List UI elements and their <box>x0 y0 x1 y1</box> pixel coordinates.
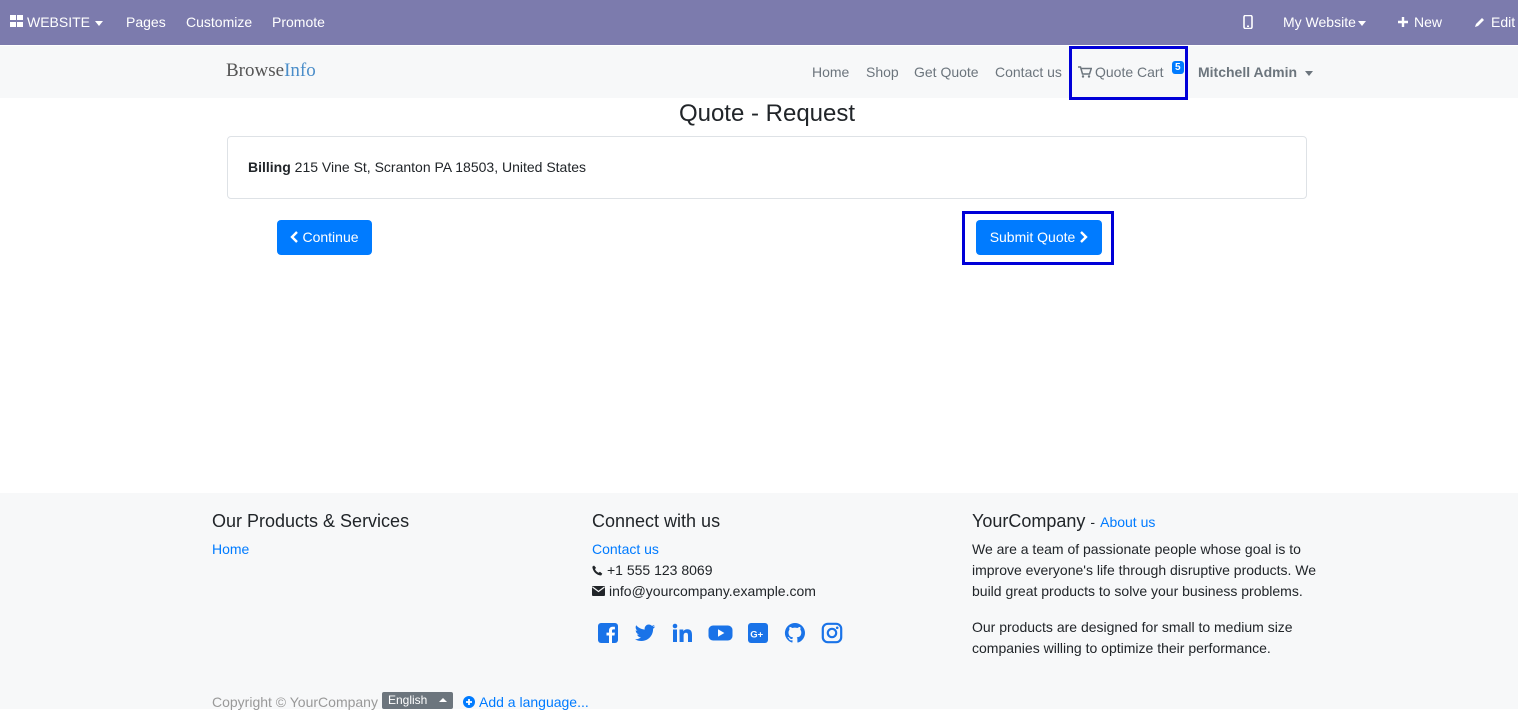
billing-card: Billing 215 Vine St, Scranton PA 18503, … <box>227 136 1307 199</box>
language-selector[interactable]: English <box>382 692 453 709</box>
caret-up-icon <box>438 697 447 702</box>
footer-home-link[interactable]: Home <box>212 541 249 557</box>
mobile-preview-button[interactable] <box>1243 0 1253 45</box>
language-label: English <box>388 693 428 707</box>
user-menu[interactable]: Mitchell Admin <box>1198 46 1314 98</box>
products-heading: Our Products & Services <box>212 511 410 531</box>
linkedin-icon[interactable] <box>671 622 693 644</box>
facebook-icon[interactable] <box>597 622 619 644</box>
about-us-link[interactable]: About us <box>1100 514 1155 530</box>
plus-icon <box>1398 17 1408 28</box>
company-heading: YourCompany - About us <box>972 511 1155 532</box>
customize-menu[interactable]: Customize <box>186 0 252 45</box>
twitter-icon[interactable] <box>634 622 656 644</box>
chevron-left-icon <box>290 231 299 244</box>
site-header: BrowseInfo Home Shop Get Quote Contact u… <box>0 46 1518 98</box>
promote-menu[interactable]: Promote <box>272 0 325 45</box>
billing-label: Billing <box>248 159 291 175</box>
page-title: Quote - Request <box>678 100 856 127</box>
google-plus-icon[interactable]: G+ <box>747 622 769 644</box>
edit-button[interactable]: Edit <box>1474 0 1515 45</box>
my-website-menu[interactable]: My Website <box>1283 0 1366 45</box>
mobile-icon <box>1243 14 1253 30</box>
website-menu-label: WEBSITE <box>27 14 91 30</box>
company-name: YourCompany <box>972 511 1086 531</box>
phone-number: +1 555 123 8069 <box>607 562 713 578</box>
about-paragraph-1: We are a team of passionate people whose… <box>972 541 1317 599</box>
continue-button[interactable]: Continue <box>277 220 372 255</box>
nav-contact-us[interactable]: Contact us <box>995 46 1062 98</box>
new-label: New <box>1414 14 1443 30</box>
chevron-right-icon <box>1080 231 1088 244</box>
logo[interactable]: BrowseInfo <box>226 60 316 82</box>
my-website-label: My Website <box>1283 14 1356 30</box>
billing-address: 215 Vine St, Scranton PA 18503, United S… <box>294 159 587 175</box>
pages-menu[interactable]: Pages <box>126 0 166 45</box>
billing-info: Billing 215 Vine St, Scranton PA 18503, … <box>248 159 586 175</box>
nav-shop[interactable]: Shop <box>866 46 899 98</box>
phone-row: +1 555 123 8069 <box>592 562 713 578</box>
phone-icon <box>592 565 603 576</box>
apps-grid-icon <box>10 15 23 28</box>
chevron-down-icon <box>1357 20 1366 26</box>
chevron-down-icon <box>1305 70 1314 76</box>
quote-cart-highlight <box>1069 46 1188 100</box>
admin-bar: WEBSITE Pages Customize Promote My Websi… <box>0 0 1518 45</box>
footer-contact-link[interactable]: Contact us <box>592 541 659 557</box>
continue-label: Continue <box>302 229 359 245</box>
about-paragraph-2: Our products are designed for small to m… <box>972 619 1293 656</box>
footer: Our Products & Services Home Connect wit… <box>0 493 1518 710</box>
edit-label: Edit <box>1491 14 1516 30</box>
chevron-down-icon <box>95 20 104 26</box>
envelope-icon <box>592 586 605 597</box>
user-name: Mitchell Admin <box>1198 64 1298 80</box>
github-icon[interactable] <box>784 622 806 644</box>
nav-home[interactable]: Home <box>812 46 849 98</box>
about-dash: - <box>1090 514 1096 530</box>
svg-text:G+: G+ <box>750 629 763 640</box>
website-menu[interactable]: WEBSITE <box>10 0 104 45</box>
submit-quote-button[interactable]: Submit Quote <box>976 220 1102 255</box>
email-address: info@yourcompany.example.com <box>609 583 816 599</box>
copyright: Copyright © YourCompany <box>212 694 378 710</box>
new-button[interactable]: New <box>1397 0 1442 45</box>
logo-text-info: Info <box>284 60 316 81</box>
youtube-icon[interactable] <box>708 622 733 644</box>
nav-get-quote[interactable]: Get Quote <box>914 46 979 98</box>
pencil-icon <box>1475 18 1484 28</box>
email-row: info@yourcompany.example.com <box>592 583 816 599</box>
connect-heading: Connect with us <box>592 511 721 531</box>
logo-text-browse: Browse <box>226 60 285 81</box>
instagram-icon[interactable] <box>821 622 843 644</box>
add-language-label: Add a language... <box>479 694 589 710</box>
submit-quote-label: Submit Quote <box>989 229 1076 245</box>
plus-circle-icon <box>463 696 475 709</box>
add-language-link[interactable]: Add a language... <box>463 694 589 710</box>
